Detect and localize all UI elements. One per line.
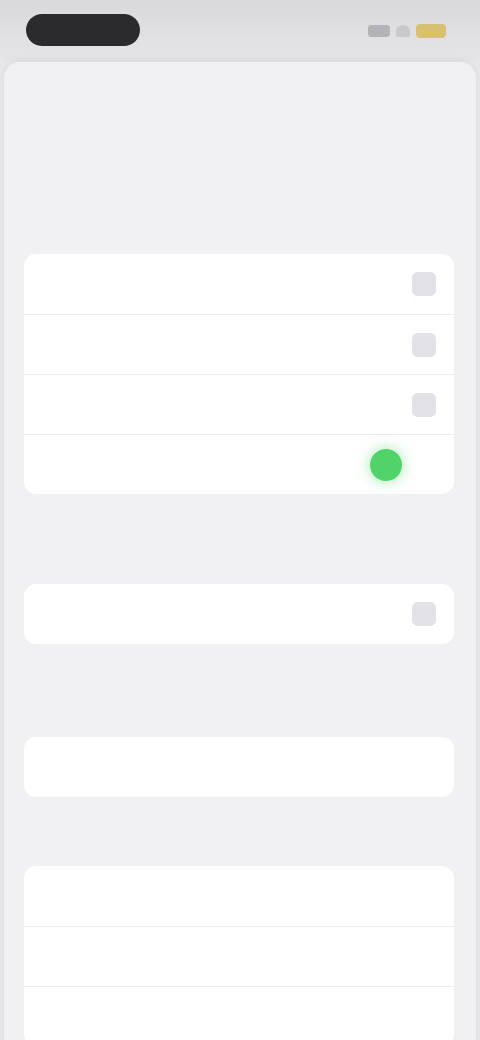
option-row-3[interactable] [24, 374, 454, 434]
option-row-8[interactable] [24, 926, 454, 986]
option-row-2[interactable] [24, 314, 454, 374]
options-group-4 [24, 866, 454, 1040]
checkbox[interactable] [412, 333, 436, 357]
option-row-9[interactable] [24, 986, 454, 1040]
checkbox[interactable] [412, 272, 436, 296]
option-row-4[interactable] [24, 434, 454, 494]
options-group [24, 254, 454, 494]
status-time [26, 14, 140, 46]
option-row-5[interactable] [24, 584, 454, 644]
options-group-2 [24, 584, 454, 644]
signal-icon [368, 25, 390, 37]
wifi-icon [396, 25, 410, 37]
status-bar [0, 0, 480, 62]
settings-sheet [4, 62, 476, 1040]
option-row-6[interactable] [24, 737, 454, 797]
options-group-3 [24, 737, 454, 797]
status-indicators [368, 22, 446, 40]
checkbox[interactable] [412, 602, 436, 626]
battery-icon [416, 24, 446, 38]
option-row-1[interactable] [24, 254, 454, 314]
checkbox[interactable] [412, 393, 436, 417]
option-row-7[interactable] [24, 866, 454, 926]
toggle-switch[interactable] [370, 449, 402, 481]
